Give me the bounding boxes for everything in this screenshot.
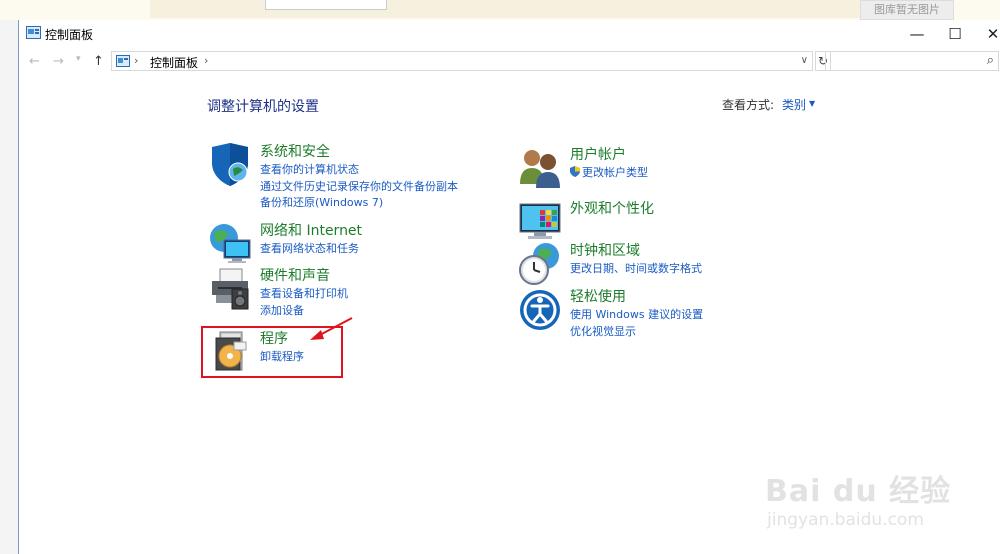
category-title[interactable]: 用户帐户 (570, 144, 626, 164)
breadcrumb-separator-icon[interactable]: › (204, 54, 208, 67)
link-change-date-time-format[interactable]: 更改日期、时间或数字格式 (570, 261, 702, 278)
category-title[interactable]: 时钟和区域 (570, 240, 640, 260)
link-view-network-status[interactable]: 查看网络状态和任务 (260, 241, 359, 258)
window-title: 控制面板 (45, 28, 94, 42)
control-panel-icon (116, 55, 130, 67)
back-arrow-icon[interactable]: ← (29, 54, 40, 69)
watermark-logo: Bai du 经验 (765, 474, 952, 509)
users-icon (520, 150, 560, 188)
link-change-account-type[interactable]: 更改帐户类型 (570, 165, 648, 182)
breadcrumb-separator-icon: › (134, 54, 139, 67)
maximize-button[interactable]: ☐ (935, 20, 975, 48)
shield-globe-icon (212, 143, 248, 186)
view-by-chevron-down-icon[interactable]: ▼ (809, 99, 815, 108)
search-input[interactable]: ⌕ (825, 51, 999, 71)
page-heading: 调整计算机的设置 (207, 99, 319, 115)
category-title[interactable]: 外观和个性化 (570, 198, 654, 218)
navigation-bar: ← → ▾ ↑ › 控制面板 › ∨ ↻ ⌕ (19, 48, 1000, 76)
link-optimize-visual-display[interactable]: 优化视觉显示 (570, 324, 703, 341)
monitor-palette-icon (519, 203, 561, 239)
recent-locations-chevron-icon[interactable]: ▾ (76, 54, 81, 64)
close-button[interactable]: ✕ (973, 20, 1000, 48)
up-arrow-icon[interactable]: ↑ (93, 54, 104, 69)
background-app-strip: 图库暂无图片 (0, 0, 1000, 20)
uac-shield-icon (570, 166, 580, 177)
minimize-button[interactable]: — (897, 20, 937, 48)
category-title[interactable]: 轻松使用 (570, 286, 626, 306)
printer-speaker-icon (212, 268, 249, 310)
link-view-computer-status[interactable]: 查看你的计算机状态 (260, 162, 458, 179)
category-title[interactable]: 系统和安全 (260, 141, 330, 161)
view-by-label: 查看方式: (722, 98, 775, 112)
link-add-device[interactable]: 添加设备 (260, 303, 348, 320)
control-panel-icon (26, 26, 41, 39)
forward-arrow-icon[interactable]: → (53, 54, 64, 69)
baidu-watermark: Bai du 经验 jingyan.baidu.com (765, 466, 965, 538)
view-by-dropdown[interactable]: 类别 (782, 96, 806, 113)
address-bar[interactable]: › 控制面板 › ∨ (111, 51, 813, 71)
breadcrumb-control-panel[interactable]: 控制面板 (150, 54, 198, 71)
link-file-history-backup[interactable]: 通过文件历史记录保存你的文件备份副本 (260, 179, 458, 196)
link-use-recommended-settings[interactable]: 使用 Windows 建议的设置 (570, 307, 703, 324)
background-button (265, 0, 387, 10)
link-label: 更改帐户类型 (582, 166, 648, 179)
address-dropdown-chevron-icon[interactable]: ∨ (801, 55, 808, 66)
background-bar (150, 0, 860, 18)
category-title[interactable]: 网络和 Internet (260, 220, 362, 240)
annotation-highlight-box (201, 326, 343, 378)
title-bar: 控制面板 — ☐ ✕ (19, 20, 1000, 48)
watermark-url: jingyan.baidu.com (767, 510, 924, 530)
network-globe-icon (210, 224, 251, 263)
link-view-devices-printers[interactable]: 查看设备和打印机 (260, 286, 348, 303)
category-title[interactable]: 硬件和声音 (260, 265, 330, 285)
background-note: 图库暂无图片 (860, 0, 954, 20)
link-backup-restore[interactable]: 备份和还原(Windows 7) (260, 195, 458, 212)
ease-of-access-icon (520, 290, 560, 330)
search-icon: ⌕ (986, 53, 994, 68)
clock-globe-icon (519, 243, 559, 285)
